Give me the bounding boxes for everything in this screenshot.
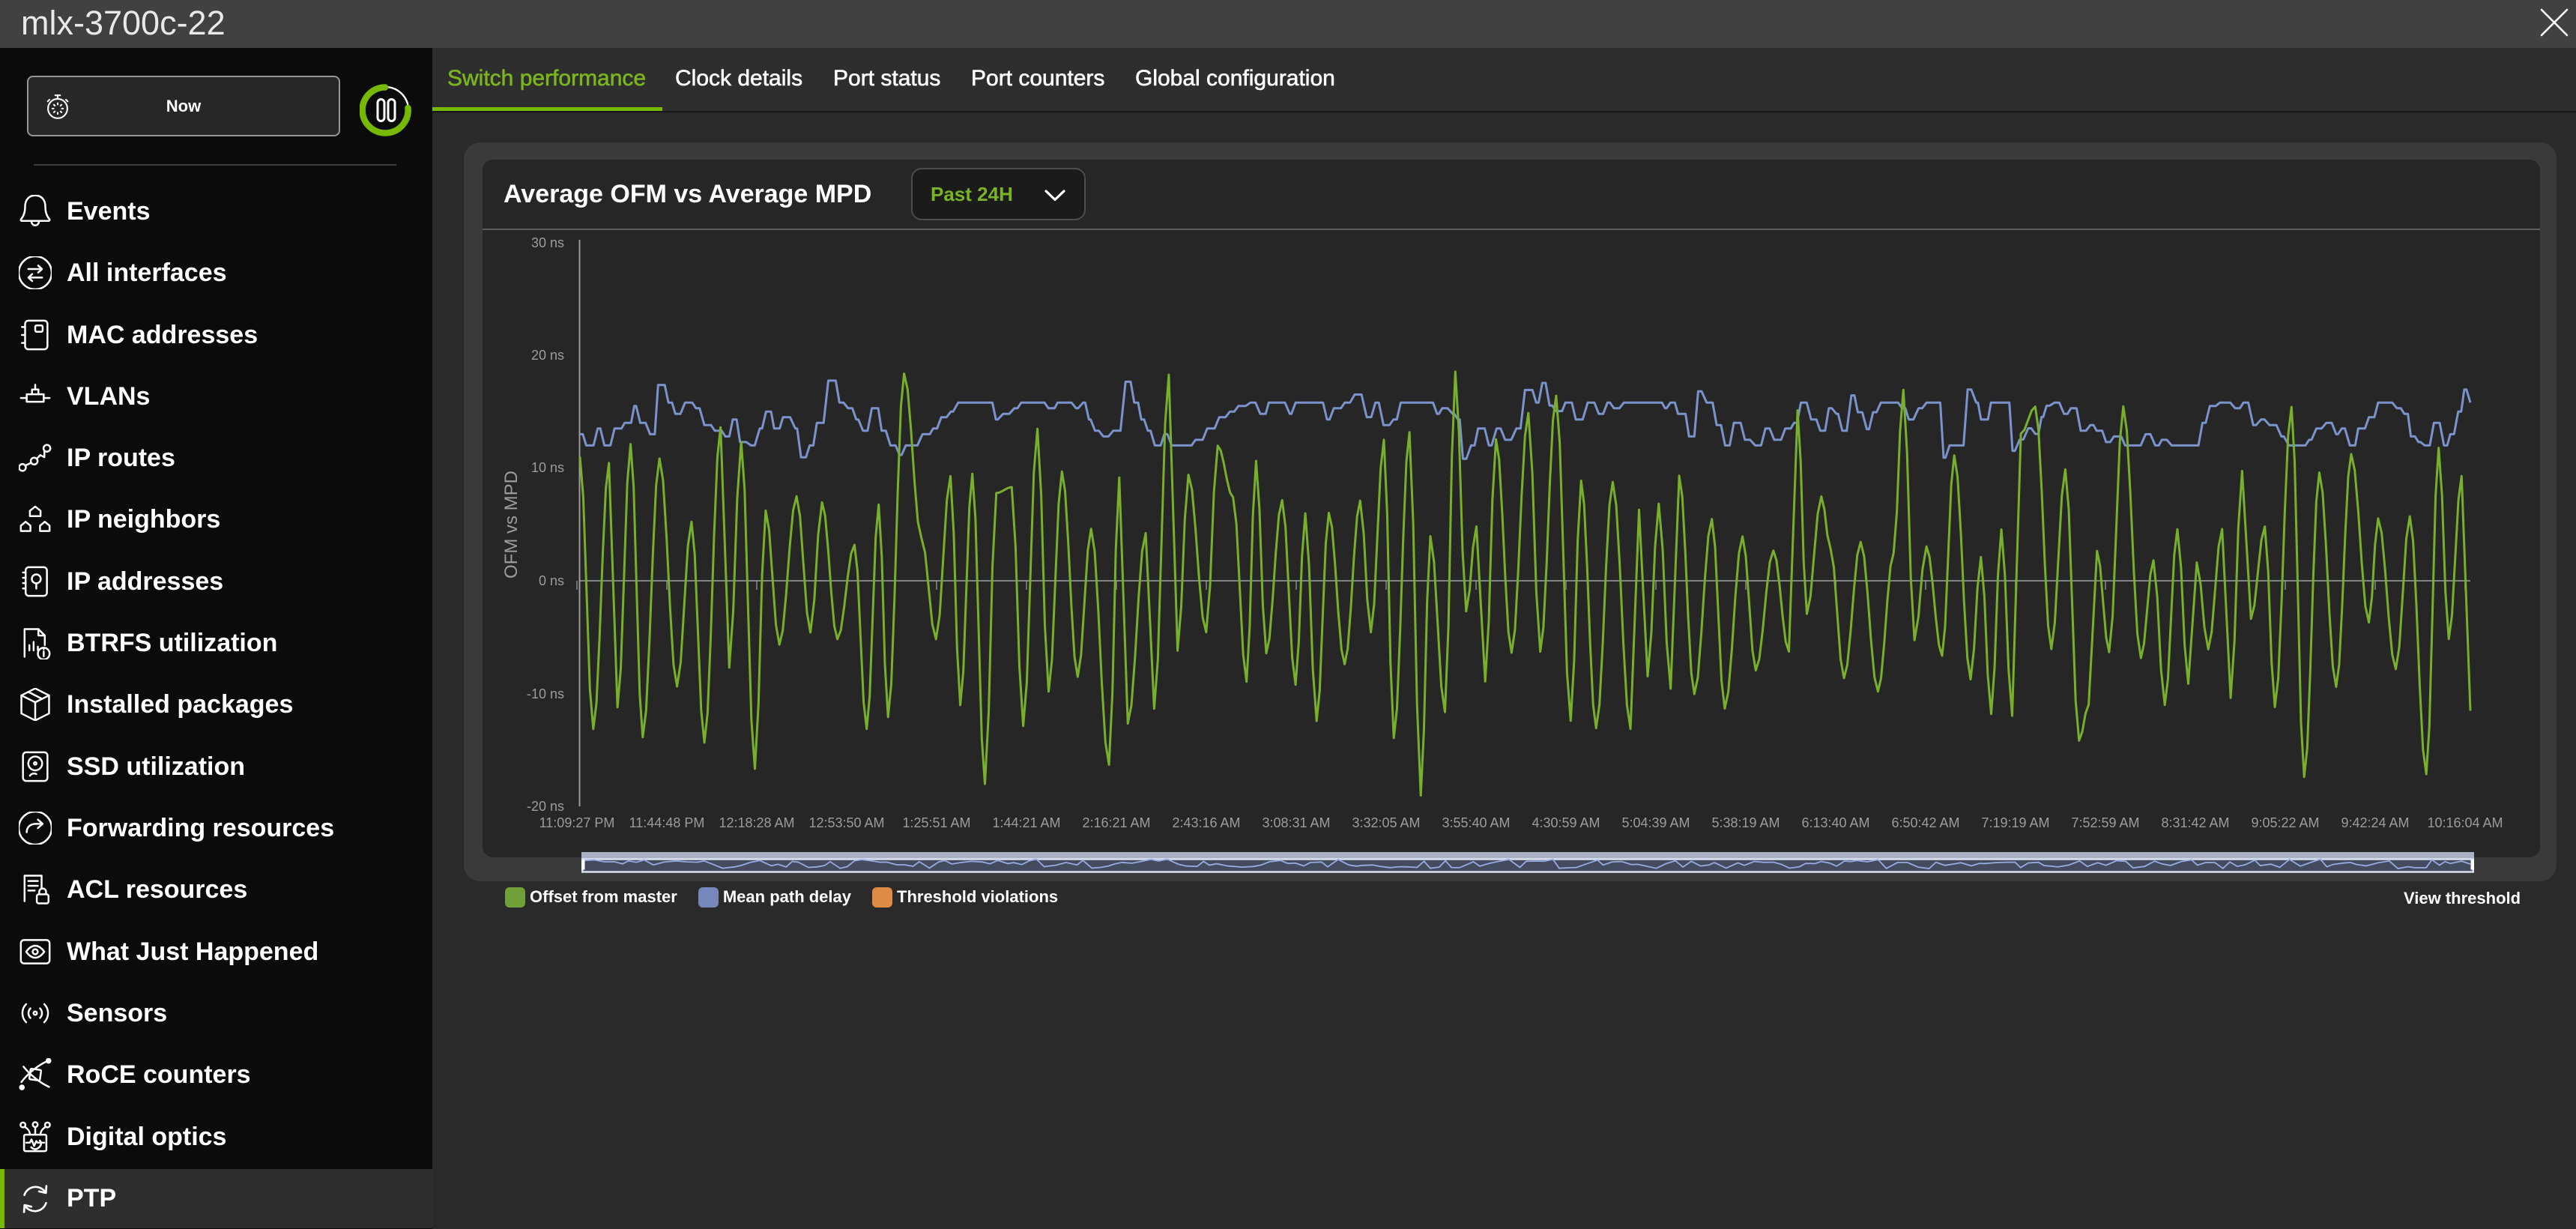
svg-text:6:50:42 AM: 6:50:42 AM bbox=[1891, 815, 1959, 830]
svg-text:7:19:19 AM: 7:19:19 AM bbox=[1981, 815, 2049, 830]
svg-text:11:44:48 PM: 11:44:48 PM bbox=[629, 815, 705, 830]
svg-text:-20 ns: -20 ns bbox=[527, 799, 564, 814]
svg-text:10:16:04 AM: 10:16:04 AM bbox=[2427, 815, 2503, 830]
svg-text:5:04:39 AM: 5:04:39 AM bbox=[1621, 815, 1690, 830]
svg-text:7:52:59 AM: 7:52:59 AM bbox=[2071, 815, 2139, 830]
svg-text:11:09:27 PM: 11:09:27 PM bbox=[539, 815, 615, 830]
svg-text:9:05:22 AM: 9:05:22 AM bbox=[2251, 815, 2319, 830]
svg-text:3:32:05 AM: 3:32:05 AM bbox=[1352, 815, 1420, 830]
svg-text:0 ns: 0 ns bbox=[539, 573, 564, 588]
svg-text:12:18:28 AM: 12:18:28 AM bbox=[719, 815, 794, 830]
svg-text:30 ns: 30 ns bbox=[531, 235, 564, 250]
svg-text:2:43:16 AM: 2:43:16 AM bbox=[1172, 815, 1240, 830]
svg-text:OFM vs MPD: OFM vs MPD bbox=[501, 471, 521, 579]
svg-text:20 ns: 20 ns bbox=[531, 348, 564, 363]
svg-text:12:53:50 AM: 12:53:50 AM bbox=[808, 815, 884, 830]
svg-text:10 ns: 10 ns bbox=[531, 460, 564, 475]
svg-text:5:38:19 AM: 5:38:19 AM bbox=[1711, 815, 1780, 830]
svg-text:3:08:31 AM: 3:08:31 AM bbox=[1262, 815, 1330, 830]
svg-text:9:42:24 AM: 9:42:24 AM bbox=[2341, 815, 2409, 830]
svg-text:2:16:21 AM: 2:16:21 AM bbox=[1082, 815, 1150, 830]
svg-text:1:44:21 AM: 1:44:21 AM bbox=[992, 815, 1060, 830]
svg-text:1:25:51 AM: 1:25:51 AM bbox=[902, 815, 970, 830]
svg-text:3:55:40 AM: 3:55:40 AM bbox=[1442, 815, 1510, 830]
svg-text:6:13:40 AM: 6:13:40 AM bbox=[1801, 815, 1869, 830]
svg-text:8:31:42 AM: 8:31:42 AM bbox=[2161, 815, 2229, 830]
svg-text:-10 ns: -10 ns bbox=[527, 686, 564, 701]
svg-text:4:30:59 AM: 4:30:59 AM bbox=[1532, 815, 1600, 830]
